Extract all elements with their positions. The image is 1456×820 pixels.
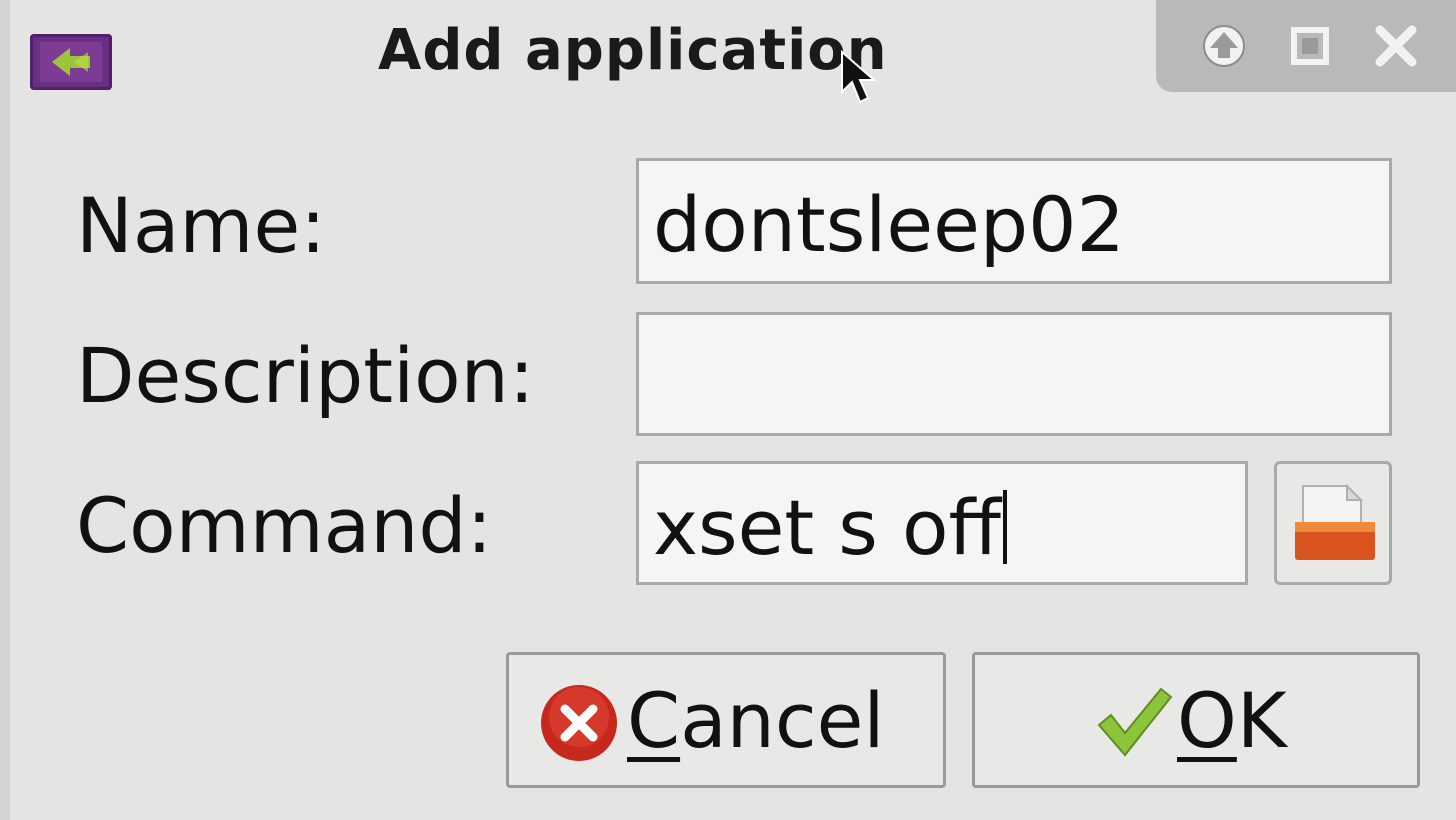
command-field[interactable]: xset s off: [636, 461, 1248, 585]
cancel-icon: [541, 685, 617, 761]
shade-up-icon[interactable]: [1198, 20, 1250, 72]
name-label: Name:: [76, 181, 326, 270]
browse-button[interactable]: [1274, 461, 1392, 585]
text-caret: [1002, 490, 1007, 564]
application-add-icon: [30, 34, 112, 90]
command-label: Command:: [76, 481, 493, 570]
folder-open-icon: [1295, 483, 1375, 560]
title-bar[interactable]: Add application: [10, 0, 1456, 110]
window-controls: [1156, 0, 1456, 92]
description-label: Description:: [76, 331, 535, 420]
maximize-icon[interactable]: [1284, 20, 1336, 72]
cancel-button[interactable]: Cancel: [506, 652, 946, 788]
description-field[interactable]: [636, 312, 1392, 436]
cancel-mnemonic: C: [627, 676, 681, 765]
name-value: dontsleep02: [653, 180, 1125, 269]
window-title: Add application: [378, 18, 888, 83]
mouse-pointer-icon: [840, 49, 877, 106]
name-field[interactable]: dontsleep02: [636, 158, 1392, 284]
ok-button[interactable]: OK: [972, 652, 1420, 788]
cancel-label: ancel: [680, 676, 885, 765]
close-icon[interactable]: [1370, 20, 1422, 72]
command-value: xset s off: [653, 483, 1001, 572]
ok-label: K: [1236, 676, 1287, 765]
checkmark-icon: [1097, 687, 1173, 757]
ok-mnemonic: O: [1177, 676, 1237, 765]
add-application-dialog: Add application Name: dontsleep02 Descri…: [0, 0, 1456, 820]
